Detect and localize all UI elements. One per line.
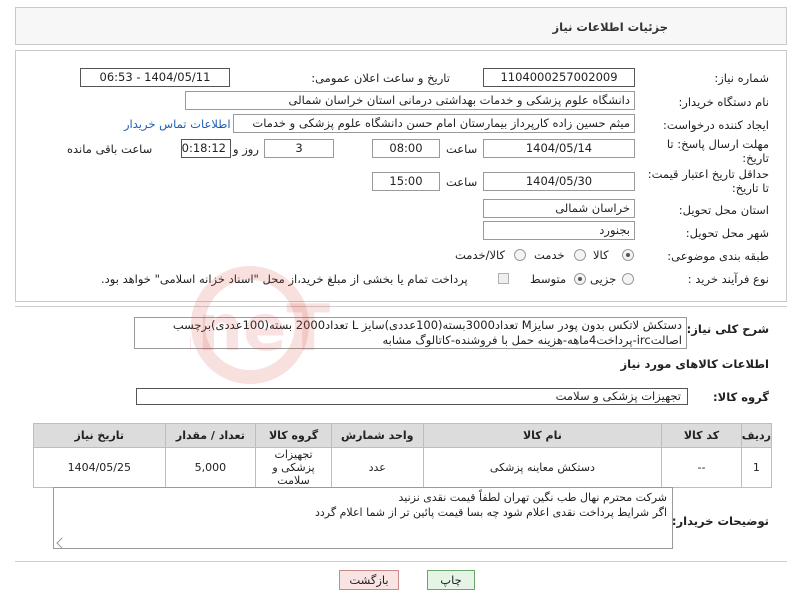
buyer-org-field[interactable]: دانشگاه علوم پزشکی و خدمات بهداشتی درمان… — [185, 91, 635, 110]
category-radio-goods[interactable] — [622, 249, 634, 261]
divider — [15, 306, 787, 307]
category-option-service: خدمت — [534, 248, 565, 262]
category-option-goods-service: کالا/خدمت — [455, 248, 506, 262]
cell-unit: عدد — [330, 447, 424, 488]
col-need-date: تاریخ نیاز — [33, 423, 166, 448]
cell-row-number: 1 — [740, 447, 773, 488]
header-bar: جزئیات اطلاعات نیاز — [15, 7, 787, 45]
deadline-time-label: ساعت — [446, 142, 478, 156]
buyer-notes-line: شرکت محترم نهال طب نگین تهران لطفاً قیمت… — [398, 491, 667, 504]
table-header-row: ردیف کد کالا نام کالا واحد شمارش گروه کا… — [33, 423, 773, 448]
buyer-notes-field[interactable]: شرکت محترم نهال طب نگین تهران لطفاً قیمت… — [53, 487, 673, 549]
page-title: جزئیات اطلاعات نیاز — [552, 20, 668, 34]
province-label: استان محل تحویل: — [678, 203, 769, 217]
treasury-payment-checkbox[interactable] — [498, 273, 509, 284]
divider — [15, 561, 787, 562]
province-field[interactable]: خراسان شمالی — [483, 199, 635, 218]
col-row-number: ردیف — [740, 423, 773, 448]
deadline-label: مهلت ارسال پاسخ: تا — [666, 137, 769, 151]
remaining-time-field[interactable]: 00:18:12 — [181, 139, 231, 158]
validity-time-label: ساعت — [446, 175, 478, 189]
validity-label-date: تا تاریخ: — [731, 181, 769, 195]
cell-group: تجهیزات پزشکی و سلامت — [255, 447, 332, 488]
back-button[interactable]: بازگشت — [339, 570, 399, 590]
col-unit: واحد شمارش — [330, 423, 424, 448]
description-field[interactable]: دستکش لاتکس بدون پودر سایزM تعداد3000بست… — [134, 317, 687, 349]
col-item-name: نام کالا — [422, 423, 663, 448]
buyer-notes-label: توضیحات خریدار: — [671, 514, 769, 528]
col-group: گروه کالا — [255, 423, 332, 448]
goods-info-title: اطلاعات کالاهای مورد نیاز — [620, 357, 769, 371]
goods-group-field[interactable]: تجهیزات پزشکی و سلامت — [136, 388, 688, 405]
validity-date-field[interactable]: 1404/05/30 — [483, 172, 635, 191]
category-radio-service[interactable] — [574, 249, 586, 261]
treasury-payment-note: پرداخت تمام یا بخشی از مبلغ خرید،از محل … — [101, 272, 468, 286]
col-item-code: کد کالا — [661, 423, 742, 448]
deadline-time-field[interactable]: 08:00 — [372, 139, 440, 158]
validity-label: حداقل تاریخ اعتبار قیمت: — [647, 167, 769, 181]
table-row[interactable]: 1 -- دستکش معاینه پزشکی عدد تجهیزات پزشک… — [33, 447, 773, 488]
category-radio-goods-service[interactable] — [514, 249, 526, 261]
need-number-field[interactable]: 1104000257002009 — [483, 68, 635, 87]
requester-field[interactable]: میثم حسین زاده کارپرداز بیمارستان امام ح… — [233, 114, 635, 133]
buyer-org-label: نام دستگاه خریدار: — [678, 95, 769, 109]
process-radio-minor[interactable] — [622, 273, 634, 285]
validity-time-field[interactable]: 15:00 — [372, 172, 440, 191]
process-radio-medium[interactable] — [574, 273, 586, 285]
announce-label: تاریخ و ساعت اعلان عمومی: — [311, 71, 450, 85]
cell-quantity: 5,000 — [164, 447, 257, 488]
announce-datetime-field[interactable]: 1404/05/11 - 06:53 — [80, 68, 230, 87]
description-label: شرح کلی نیاز: — [686, 322, 769, 336]
city-label: شهر محل تحویل: — [685, 226, 769, 240]
days-remaining-field[interactable]: 3 — [264, 139, 334, 158]
process-option-minor: جزیی — [590, 272, 617, 286]
cell-item-code: -- — [661, 447, 742, 488]
need-number-label: شماره نیاز: — [714, 71, 769, 85]
days-label: روز و — [233, 142, 259, 156]
print-button[interactable]: چاپ — [427, 570, 475, 590]
buyer-notes-line: اگر شرایط پرداخت نقدی اعلام شود چه بسا ق… — [315, 506, 667, 519]
deadline-date-field[interactable]: 1404/05/14 — [483, 139, 635, 158]
col-quantity: تعداد / مقدار — [164, 423, 257, 448]
items-table: ردیف کد کالا نام کالا واحد شمارش گروه کا… — [33, 423, 773, 488]
cell-need-date: 1404/05/25 — [33, 447, 166, 488]
city-field[interactable]: بجنورد — [483, 221, 635, 240]
goods-group-label: گروه کالا: — [713, 390, 769, 404]
buyer-contact-link[interactable]: اطلاعات تماس خریدار — [124, 117, 231, 131]
process-label: نوع فرآیند خرید : — [687, 272, 769, 286]
deadline-label-date: تاریخ: — [742, 151, 769, 165]
process-option-medium: متوسط — [530, 272, 567, 286]
category-label: طبقه بندی موضوعی: — [667, 249, 769, 263]
requester-label: ایجاد کننده درخواست: — [663, 118, 769, 132]
cell-item-name: دستکش معاینه پزشکی — [422, 447, 663, 488]
category-option-goods: کالا — [593, 248, 609, 262]
remaining-label: ساعت باقی مانده — [67, 142, 153, 156]
